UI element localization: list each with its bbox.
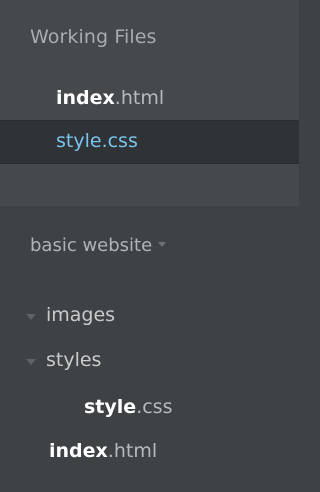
working-file-index-html[interactable]: index.html: [0, 78, 299, 120]
working-file-label: index.html: [56, 87, 165, 109]
folder-label: images: [46, 304, 116, 326]
tree-file-index-html[interactable]: index.html: [0, 432, 299, 472]
working-files-panel: Working Files index.html style.css: [0, 0, 299, 206]
tree-folder-styles[interactable]: styles: [0, 341, 299, 381]
file-label: index.html: [49, 440, 158, 462]
project-dropdown[interactable]: basic website: [30, 235, 167, 256]
tree-file-style-css[interactable]: style.css: [0, 388, 299, 428]
chevron-down-icon: [158, 241, 167, 247]
file-label: style.css: [84, 396, 173, 418]
project-name: basic website: [30, 235, 153, 256]
working-file-label: style.css: [56, 130, 138, 152]
working-files-title: Working Files: [30, 26, 157, 48]
tree-folder-images[interactable]: images: [0, 296, 299, 336]
chevron-down-icon[interactable]: [26, 359, 36, 365]
sidebar: Working Files index.html style.css basic…: [0, 0, 299, 492]
chevron-down-icon[interactable]: [26, 314, 36, 320]
folder-label: styles: [46, 349, 102, 371]
working-file-style-css[interactable]: style.css: [0, 120, 299, 164]
